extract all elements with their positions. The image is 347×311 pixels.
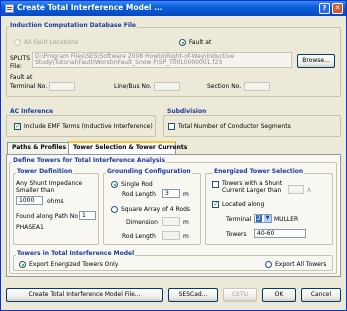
- terminal-label: Terminal: [226, 216, 252, 223]
- towers-label: Towers: [226, 231, 247, 238]
- phase-label: PHASEA1: [16, 224, 44, 231]
- towers-shunt-field[interactable]: [288, 185, 304, 194]
- dialog-window: Create Total Interference Model ... ? ✕ …: [0, 0, 347, 311]
- tab-paths-profiles[interactable]: Paths & Profiles: [7, 142, 69, 154]
- splits-label: SPLITS File:: [10, 55, 30, 71]
- rod-length-field[interactable]: 3: [162, 189, 180, 198]
- ac-inference-title: AC Inference: [9, 108, 55, 115]
- all-fault-label: All Fault Locations: [24, 39, 79, 46]
- rod-length2-label: Rod Length: [122, 233, 156, 240]
- ohms-label: ohms: [47, 198, 64, 205]
- rod-length2-field[interactable]: [162, 231, 180, 240]
- ok-button[interactable]: OK: [262, 288, 296, 302]
- dimension-unit: m: [183, 219, 189, 226]
- all-fault-radio[interactable]: [14, 39, 21, 46]
- terminal-combo[interactable]: 2 ▼: [254, 214, 272, 223]
- export-all-label: Export All Towers: [275, 261, 327, 268]
- subdivision-title: Subdivision: [166, 108, 208, 115]
- towers-field[interactable]: 40-60: [254, 229, 306, 238]
- shunt-impedance-field[interactable]: 1000: [16, 196, 43, 205]
- splits-label-text: SPLITS File:: [10, 55, 31, 70]
- create-model-button[interactable]: Create Total Interference Model File...: [6, 288, 163, 302]
- single-rod-radio[interactable]: [111, 181, 118, 188]
- terminal-name: MULLER: [274, 216, 299, 223]
- include-emf-checkbox[interactable]: [14, 122, 21, 130]
- rod-length2-unit: m: [183, 233, 189, 240]
- towers-shunt-label-1: Towers with a Shunt: [222, 180, 283, 187]
- section-no-label: Section No.: [207, 83, 242, 90]
- towers-shunt-unit: A: [307, 187, 312, 194]
- square-array-radio[interactable]: [111, 206, 118, 213]
- help-button[interactable]: ?: [319, 3, 330, 14]
- line-bus-label: Line/Bus No.: [114, 83, 152, 90]
- export-energized-label: Export Energized Towers Only: [29, 261, 119, 268]
- terminal-combo-value: 2: [256, 215, 262, 222]
- splits-path-line2: Study\Tutorial\Fault\Worsto\Fault_Snow F…: [35, 59, 223, 66]
- tab-tower-selection[interactable]: Tower Selection & Tower Currents: [68, 141, 187, 154]
- grounding-title: Grounding Configuration: [106, 168, 192, 175]
- shunt-label-1: Any Shunt Impedance: [16, 180, 83, 187]
- close-button[interactable]: ✕: [332, 3, 343, 14]
- section-no-field[interactable]: [244, 82, 270, 91]
- browse-button[interactable]: Browse...: [297, 54, 335, 68]
- export-energized-radio[interactable]: [19, 261, 26, 268]
- fault-at-heading: Fault at: [10, 74, 33, 81]
- sescad-button[interactable]: SESCad...: [168, 288, 218, 302]
- define-towers-title: Define Towers for Total Interference Ana…: [12, 157, 167, 164]
- square-array-label: Square Array of 4 Rods: [121, 206, 191, 213]
- title-bar[interactable]: Create Total Interference Model ... ? ✕: [1, 1, 346, 16]
- located-along-label: Located along: [222, 201, 265, 208]
- rod-length-label: Rod Length: [122, 191, 156, 198]
- cancel-button[interactable]: Cancel: [301, 288, 341, 302]
- dimension-field[interactable]: [162, 217, 180, 226]
- rod-length-unit: m: [183, 191, 189, 198]
- found-along-label: Found along Path No: [16, 213, 79, 220]
- located-along-checkbox[interactable]: [212, 200, 219, 208]
- single-rod-label: Single Rod: [121, 181, 153, 188]
- app-icon: [5, 4, 14, 13]
- towers-shunt-label-2: Current Larger than: [222, 187, 282, 194]
- shunt-label-2: Smaller than: [16, 187, 55, 194]
- window-title: Create Total Interference Model ...: [17, 3, 163, 12]
- terminal-no-label: Terminal No.: [10, 83, 48, 90]
- dimension-label: Dimension: [126, 219, 158, 226]
- terminal-no-field[interactable]: [49, 82, 75, 91]
- fault-at-label: Fault at: [189, 39, 212, 46]
- energized-title: Energized Tower Selection: [213, 168, 305, 175]
- tower-definition-title: Tower Definition: [16, 168, 74, 175]
- line-bus-field[interactable]: [154, 82, 180, 91]
- cetu-button[interactable]: CETU: [223, 288, 257, 302]
- include-emf-label: Include EMF Terms (Inductive Interferenc…: [24, 123, 153, 130]
- induction-group-title: Induction Computation Database File: [9, 22, 138, 29]
- total-segments-checkbox[interactable]: [168, 123, 175, 130]
- fault-at-radio[interactable]: [179, 39, 186, 46]
- chevron-down-icon[interactable]: ▼: [264, 215, 271, 222]
- total-model-title: Towers in Total Interference Model: [16, 250, 136, 257]
- export-all-radio[interactable]: [265, 261, 272, 268]
- towers-shunt-checkbox[interactable]: [212, 181, 219, 188]
- total-segments-label: Total Number of Conductor Segments: [178, 123, 291, 130]
- path-no-field[interactable]: 1: [79, 211, 96, 220]
- splits-file-field[interactable]: D:\Program Files\SES\Software 2008 Howto…: [32, 52, 292, 68]
